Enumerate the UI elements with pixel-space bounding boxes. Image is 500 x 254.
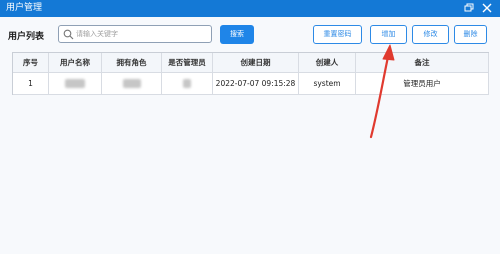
column-header[interactable]: 拥有角色: [102, 53, 162, 73]
table-header: 序号 用户名称 拥有角色 是否管理员 创建日期 创建人 备注: [13, 53, 489, 73]
search-button[interactable]: 搜索: [220, 25, 254, 44]
column-header[interactable]: 备注: [356, 53, 489, 73]
list-title: 用户列表: [8, 32, 45, 42]
user-table: 序号 用户名称 拥有角色 是否管理员 创建日期 创建人 备注 1 2022-07…: [12, 52, 489, 95]
role-cell: [102, 73, 162, 95]
add-button[interactable]: 增加: [370, 25, 407, 44]
column-header[interactable]: 是否管理员: [162, 53, 213, 73]
user-name-cell: [49, 73, 102, 95]
column-header[interactable]: 创建人: [299, 53, 356, 73]
delete-button[interactable]: 删除: [454, 25, 487, 44]
restore-icon[interactable]: [462, 1, 476, 15]
note-cell: 管理员用户: [356, 73, 489, 95]
column-header[interactable]: 序号: [13, 53, 49, 73]
redacted-text: [122, 79, 141, 88]
search-input[interactable]: [76, 27, 206, 41]
title-bar: 用户管理: [0, 0, 500, 17]
search-icon: [63, 29, 74, 40]
close-icon[interactable]: [480, 1, 494, 15]
creator-cell: system: [299, 73, 356, 95]
row-index: 1: [13, 73, 49, 95]
reset-password-button[interactable]: 重置密码: [313, 25, 362, 44]
column-header[interactable]: 创建日期: [213, 53, 299, 73]
edit-button[interactable]: 修改: [412, 25, 449, 44]
redacted-text: [183, 79, 191, 88]
main-content: 用户列表 搜索 重置密码 增加 修改 删除 序号 用户名称 拥有角色 是否管理员…: [0, 17, 500, 254]
window-title: 用户管理: [6, 3, 43, 13]
column-header[interactable]: 用户名称: [49, 53, 102, 73]
redacted-text: [65, 79, 85, 88]
search-field[interactable]: [58, 25, 212, 43]
create-date-cell: 2022-07-07 09:15:28: [213, 73, 299, 95]
table-row[interactable]: 1 2022-07-07 09:15:28 system 管理员用户: [13, 73, 489, 95]
is-admin-cell: [162, 73, 213, 95]
